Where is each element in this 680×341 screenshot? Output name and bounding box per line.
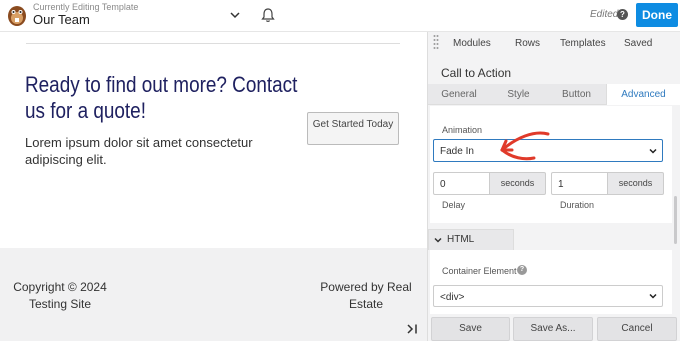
footer: Copyright © 2024 Testing Site Powered by… — [0, 248, 427, 341]
drag-grip-icon[interactable] — [433, 33, 439, 53]
beaver-logo-icon — [8, 6, 26, 26]
container-element-value: <div> — [440, 292, 465, 303]
tab-templates[interactable]: Templates — [560, 38, 606, 49]
animation-value: Fade In — [440, 146, 474, 157]
cta-heading: Ready to find out more? Contact us for a… — [25, 72, 298, 123]
save-as-button[interactable]: Save As... — [513, 317, 593, 341]
panel-title: Call to Action — [441, 66, 512, 80]
chevron-down-icon — [649, 293, 657, 299]
footer-copyright: Copyright © 2024 Testing Site — [13, 280, 107, 311]
get-started-button[interactable]: Get Started Today — [307, 112, 399, 145]
chevron-down-icon — [649, 148, 657, 154]
animation-section — [430, 106, 672, 223]
template-subtitle: Currently Editing Template — [33, 2, 139, 12]
page-canvas: Ready to find out more? Contact us for a… — [0, 32, 427, 341]
divider — [26, 43, 400, 44]
container-element-label: Container Element — [442, 266, 517, 276]
save-button[interactable]: Save — [431, 317, 510, 341]
tab-general[interactable]: General — [428, 84, 490, 105]
edited-status: Edited — [590, 9, 619, 20]
animation-label: Animation — [442, 125, 483, 135]
top-bar: Currently Editing Template Our Team Edit… — [0, 0, 680, 32]
cta-text: Lorem ipsum dolor sit amet consectetur a… — [25, 135, 253, 167]
delay-unit: seconds — [490, 172, 546, 195]
red-arrow-annotation-icon — [500, 131, 550, 161]
cancel-button[interactable]: Cancel — [597, 317, 677, 341]
chevron-down-icon — [434, 237, 442, 243]
panel-scrollbar[interactable] — [674, 196, 677, 244]
done-button[interactable]: Done — [636, 3, 678, 27]
delay-label: Delay — [442, 200, 466, 210]
container-element-select[interactable]: <div> — [433, 285, 663, 307]
collapse-panel-icon[interactable] — [405, 322, 419, 336]
settings-tabs: General Style Button Advanced — [428, 84, 680, 105]
delay-input[interactable]: 0 — [433, 172, 490, 195]
duration-input[interactable]: 1 — [551, 172, 608, 195]
footer-powered-by: Powered by Real Estate — [320, 280, 412, 311]
bell-icon[interactable] — [259, 6, 277, 24]
tab-saved[interactable]: Saved — [624, 38, 652, 49]
help-icon[interactable]: ? — [517, 265, 527, 275]
help-icon[interactable]: ? — [617, 9, 628, 20]
tab-modules[interactable]: Modules — [453, 38, 491, 49]
chevron-down-icon[interactable] — [227, 7, 243, 23]
tab-button[interactable]: Button — [547, 84, 606, 105]
tab-style[interactable]: Style — [490, 84, 547, 105]
tab-advanced[interactable]: Advanced — [606, 84, 680, 105]
tab-rows[interactable]: Rows — [515, 38, 540, 49]
duration-label: Duration — [560, 200, 595, 210]
template-title[interactable]: Our Team — [33, 12, 90, 27]
duration-unit: seconds — [608, 172, 664, 195]
